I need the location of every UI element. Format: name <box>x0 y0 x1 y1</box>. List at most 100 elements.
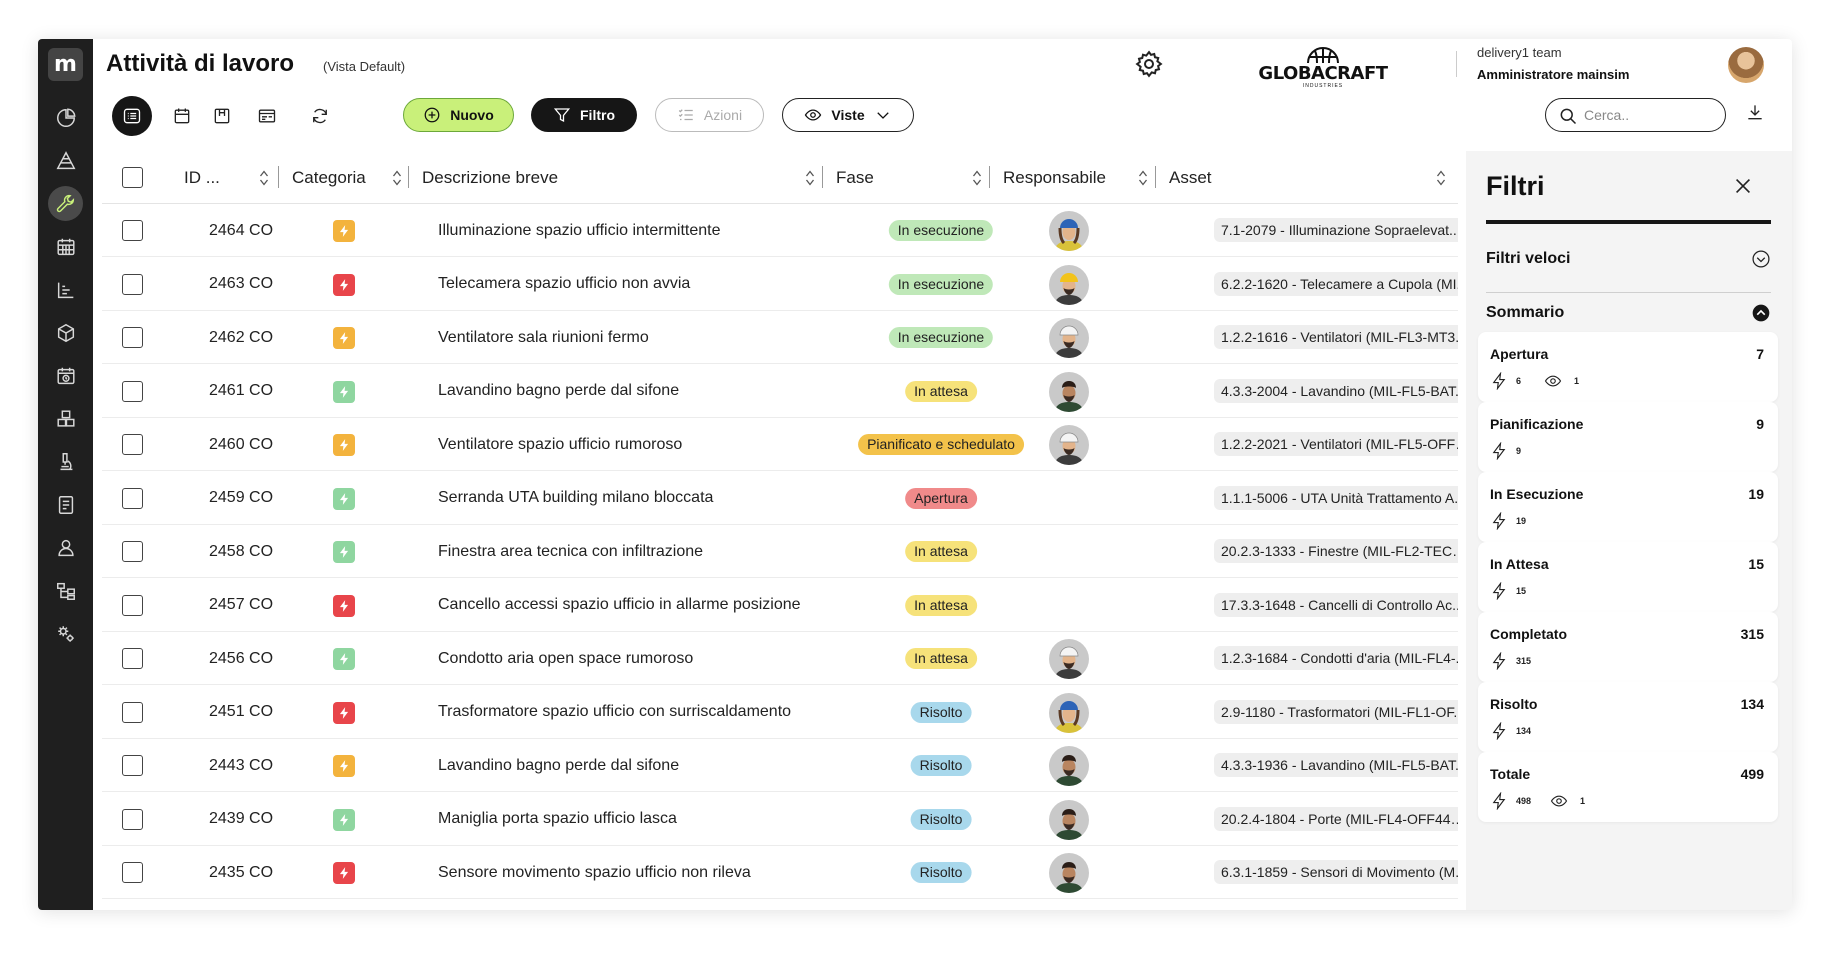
short-description[interactable]: Ventilatore sala riunioni fermo <box>438 311 649 364</box>
row-checkbox[interactable] <box>122 487 143 509</box>
asset-chip[interactable]: 4.3.3-2004 - Lavandino (MIL-FL5-BAT... <box>1214 378 1458 403</box>
short-description[interactable]: Trasformatore spazio ufficio con surrisc… <box>438 686 791 739</box>
short-description[interactable]: Telecamera spazio ufficio non avvia <box>438 258 690 311</box>
row-checkbox[interactable] <box>122 220 143 241</box>
filter-button[interactable]: Filtro <box>531 98 637 132</box>
row-checkbox[interactable] <box>122 541 143 562</box>
table-row[interactable]: 2457 CO Cancello accessi spazio ufficio i… <box>102 579 1458 632</box>
refresh-icon[interactable] <box>300 96 340 136</box>
work-order-id[interactable]: 2456 CO <box>209 632 273 685</box>
short-description[interactable]: Cancello accessi spazio ufficio in allar… <box>438 579 801 632</box>
row-checkbox[interactable] <box>122 648 143 669</box>
asset-chip[interactable]: 6.2.2-1620 - Telecamere a Cupola (MI... <box>1214 271 1458 296</box>
app-logo[interactable]: m <box>48 48 83 81</box>
user-avatar[interactable] <box>1728 47 1764 83</box>
close-icon[interactable] <box>1732 175 1754 197</box>
asset-chip[interactable]: 1.2.2-1616 - Ventilatori (MIL-FL3-MT3... <box>1214 325 1458 349</box>
work-order-id[interactable]: 2461 CO <box>209 365 273 418</box>
column-header-phase[interactable]: Fase <box>836 151 874 204</box>
table-row[interactable]: 2439 CO Maniglia porta spazio ufficio las… <box>102 793 1458 846</box>
asset-chip[interactable]: 20.2.3-1333 - Finestre (MIL-FL2-TECH... <box>1214 539 1458 563</box>
column-header-asset[interactable]: Asset <box>1169 151 1212 204</box>
summary-card[interactable]: Pianificazione 9 9 <box>1478 402 1778 472</box>
chevron-up-circle-icon[interactable] <box>1751 303 1771 323</box>
asset-chip[interactable]: 4.3.3-1936 - Lavandino (MIL-FL5-BAT... <box>1214 753 1458 777</box>
summary-header[interactable]: Sommario <box>1486 298 1771 328</box>
table-row[interactable]: 2458 CO Finestra area tecnica con infiltr… <box>102 525 1458 578</box>
summary-card[interactable]: In Esecuzione 19 19 <box>1478 472 1778 542</box>
work-order-id[interactable]: 2435 CO <box>209 846 273 899</box>
microscope-icon[interactable] <box>48 444 83 479</box>
work-order-id[interactable]: 2459 CO <box>209 472 273 525</box>
table-row[interactable]: 2463 CO Telecamera spazio ufficio non avv… <box>102 258 1458 311</box>
actions-button[interactable]: Azioni <box>655 98 764 132</box>
column-header-id[interactable]: ID ... <box>184 151 220 204</box>
card-view-icon[interactable] <box>247 96 287 136</box>
summary-card[interactable]: Completato 315 315 <box>1478 612 1778 682</box>
short-description[interactable]: Lavandino bagno perde dal sifone <box>438 365 679 418</box>
table-row[interactable]: 2451 CO Trasformatore spazio ufficio con … <box>102 686 1458 739</box>
table-row[interactable]: 2460 CO Ventilatore spazio ufficio rumoro… <box>102 418 1458 471</box>
asset-chip[interactable]: 7.1-2079 - Illuminazione Sopraelevat... <box>1214 218 1458 242</box>
table-row[interactable]: 2461 CO Lavandino bagno perde dal sifone I… <box>102 365 1458 418</box>
table-row[interactable]: 2464 CO Illuminazione spazio ufficio inte… <box>102 204 1458 257</box>
asset-chip[interactable]: 1.1.1-5006 - UTA Unità Trattamento A... <box>1214 485 1458 510</box>
row-checkbox[interactable] <box>122 862 143 883</box>
search-box[interactable] <box>1545 98 1726 132</box>
gear-icon[interactable] <box>1134 49 1164 79</box>
row-checkbox[interactable] <box>122 701 143 723</box>
short-description[interactable]: Illuminazione spazio ufficio intermitten… <box>438 204 721 257</box>
short-description[interactable]: Condotto aria open space rumoroso <box>438 632 693 685</box>
short-description[interactable]: Maniglia porta spazio ufficio lasca <box>438 793 677 846</box>
row-checkbox[interactable] <box>122 594 143 616</box>
asset-chip[interactable]: 6.3.1-1859 - Sensori di Movimento (M... <box>1214 860 1458 884</box>
row-checkbox[interactable] <box>122 755 143 776</box>
calendar-clock-icon[interactable] <box>48 358 83 393</box>
table-row[interactable]: 2435 CO Sensore movimento spazio ufficio … <box>102 846 1458 899</box>
asset-chip[interactable]: 17.3.3-1648 - Cancelli di Controllo Ac..… <box>1214 592 1458 617</box>
user-icon[interactable] <box>48 530 83 565</box>
row-checkbox[interactable] <box>122 273 143 295</box>
work-order-id[interactable]: 2462 CO <box>209 311 273 364</box>
row-checkbox[interactable] <box>122 434 143 455</box>
asset-chip[interactable]: 1.2.2-2021 - Ventilatori (MIL-FL5-OFF5..… <box>1214 432 1458 456</box>
boxes-icon[interactable] <box>48 401 83 436</box>
settings-gears-icon[interactable] <box>48 616 83 651</box>
kanban-view-icon[interactable] <box>202 96 242 136</box>
pyramid-icon[interactable] <box>48 143 83 178</box>
select-all-checkbox[interactable] <box>122 167 143 188</box>
quick-filters-header[interactable]: Filtri veloci <box>1486 244 1771 274</box>
column-header-category[interactable]: Categoria <box>292 151 366 204</box>
table-row[interactable]: 2456 CO Condotto aria open space rumoroso… <box>102 632 1458 685</box>
short-description[interactable]: Finestra area tecnica con infiltrazione <box>438 525 703 578</box>
table-row[interactable]: 2459 CO Serranda UTA building milano bloc… <box>102 472 1458 525</box>
bar-chart-icon[interactable] <box>48 272 83 307</box>
chevron-down-circle-icon[interactable] <box>1751 249 1771 269</box>
search-input[interactable] <box>1584 105 1714 125</box>
views-dropdown[interactable]: Viste <box>782 98 914 132</box>
summary-card[interactable]: In Attesa 15 15 <box>1478 542 1778 612</box>
work-order-id[interactable]: 2460 CO <box>209 418 273 471</box>
table-row[interactable]: 2462 CO Ventilatore sala riunioni fermo In… <box>102 311 1458 364</box>
row-checkbox[interactable] <box>122 327 143 348</box>
column-header-description[interactable]: Descrizione breve <box>422 151 558 204</box>
row-checkbox[interactable] <box>122 808 143 830</box>
work-order-id[interactable]: 2457 CO <box>209 579 273 632</box>
row-checkbox[interactable] <box>122 380 143 402</box>
summary-card[interactable]: Apertura 7 6 1 <box>1478 332 1778 402</box>
work-order-id[interactable]: 2463 CO <box>209 258 273 311</box>
download-icon[interactable] <box>1745 102 1769 126</box>
short-description[interactable]: Sensore movimento spazio ufficio non ril… <box>438 846 751 899</box>
column-header-responsible[interactable]: Responsabile <box>1003 151 1106 204</box>
short-description[interactable]: Lavandino bagno perde dal sifone <box>438 739 679 792</box>
document-icon[interactable] <box>48 487 83 522</box>
work-order-id[interactable]: 2464 CO <box>209 204 273 257</box>
wrench-icon[interactable] <box>48 186 83 221</box>
calendar-view-icon[interactable] <box>162 96 202 136</box>
work-order-id[interactable]: 2451 CO <box>209 686 273 739</box>
hierarchy-icon[interactable] <box>48 573 83 608</box>
asset-chip[interactable]: 20.2.4-1804 - Porte (MIL-FL4-OFF443 -... <box>1214 806 1458 831</box>
list-view-icon[interactable] <box>112 96 152 136</box>
work-order-id[interactable]: 2439 CO <box>209 793 273 846</box>
table-row[interactable]: 2443 CO Lavandino bagno perde dal sifone R… <box>102 739 1458 792</box>
